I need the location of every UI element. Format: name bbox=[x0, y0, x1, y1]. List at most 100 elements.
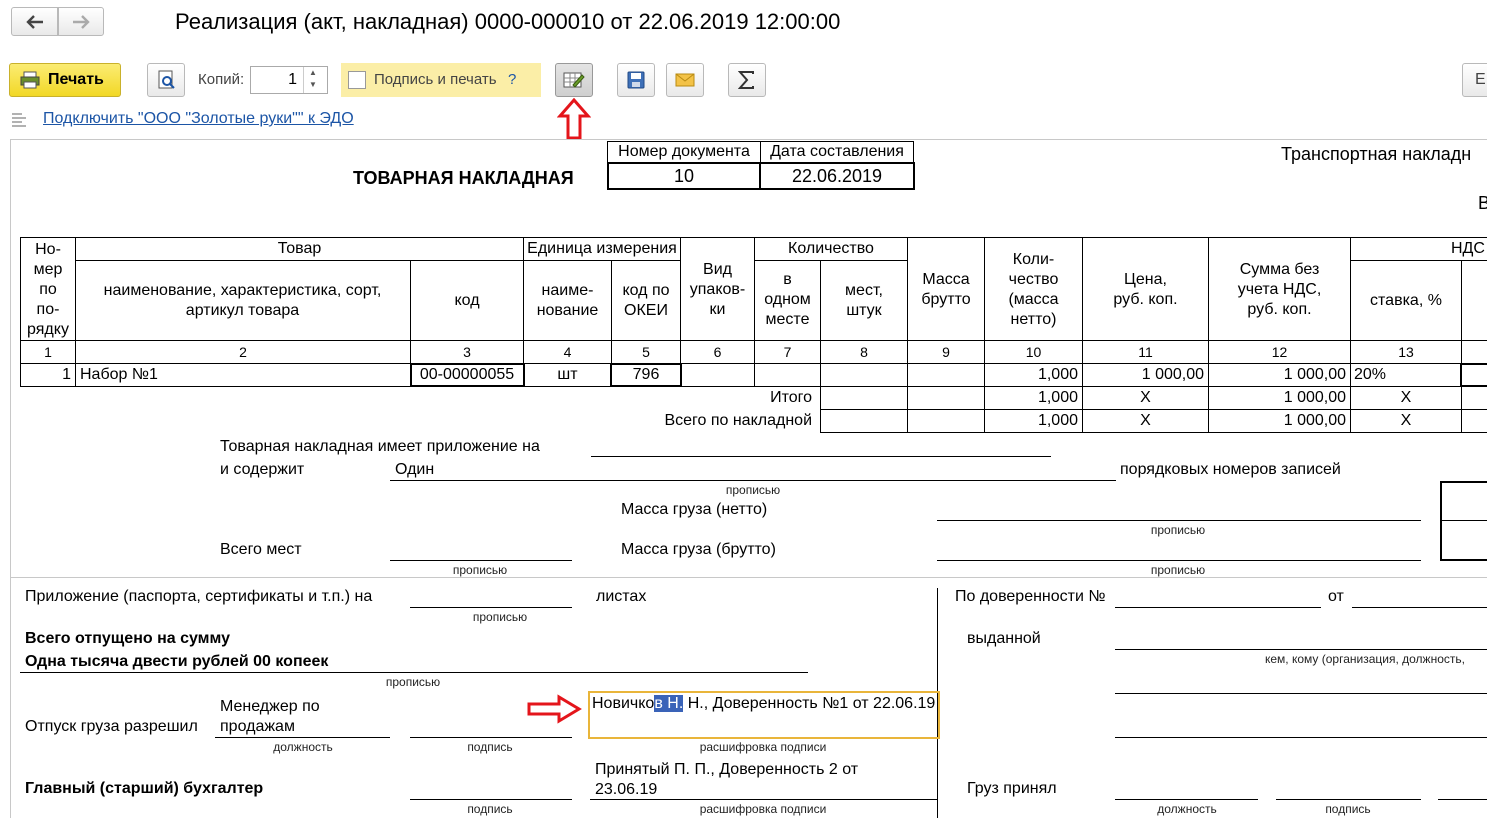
released-sum-label: Всего отпущено на сумму bbox=[25, 630, 231, 647]
preview-button[interactable] bbox=[147, 63, 185, 97]
header-goods-name: наименование, характеристика, сорт, арти… bbox=[103, 282, 382, 319]
print-button[interactable]: Печать bbox=[9, 63, 121, 97]
attach-line-label: Товарная накладная имеет приложение на bbox=[220, 438, 540, 455]
signer-text-selected: в Н. bbox=[654, 695, 684, 712]
header-pack: Вид упаков- ки bbox=[689, 261, 746, 318]
stepper-up-icon[interactable]: ▲ bbox=[309, 68, 317, 77]
section-divider bbox=[10, 577, 1487, 578]
header-sum: Сумма без учета НДС, руб. коп. bbox=[1237, 261, 1322, 318]
edo-link[interactable]: Подключить "ООО "Золотые руки"" к ЭДО bbox=[43, 109, 354, 129]
sigma-icon bbox=[738, 71, 754, 89]
propisyu-caption: прописью bbox=[1150, 523, 1206, 537]
edit-mode-button[interactable] bbox=[555, 63, 593, 97]
underline bbox=[1352, 607, 1487, 608]
header-qty: Количество bbox=[788, 240, 874, 257]
preview-icon bbox=[158, 70, 175, 89]
underline bbox=[410, 737, 572, 738]
propisyu-caption: прописью bbox=[385, 675, 441, 689]
help-icon[interactable]: ? bbox=[508, 70, 516, 90]
itogo-label: Итого bbox=[770, 389, 812, 406]
cargo-accepted-label: Груз принял bbox=[967, 780, 1057, 797]
red-arrow-up-icon bbox=[557, 98, 591, 140]
contains-value: Один bbox=[395, 461, 435, 478]
underline bbox=[937, 520, 1421, 521]
copies-stepper[interactable]: 1 ▲ ▼ bbox=[250, 66, 328, 94]
grid-line bbox=[820, 432, 1487, 433]
window-title: Реализация (акт, накладная) 0000-000010 … bbox=[175, 9, 841, 34]
stepper-down-icon[interactable]: ▼ bbox=[309, 80, 317, 89]
whom-caption: кем, кому (организация, должность, bbox=[1265, 652, 1465, 666]
row-code: 00-00000055 bbox=[419, 366, 515, 383]
signer-text[interactable]: Новичков Н. Н., Доверенность №1 от 22.06… bbox=[592, 694, 935, 714]
underline bbox=[390, 480, 1116, 481]
col-number: 4 bbox=[563, 344, 572, 360]
header-places: мест, штук bbox=[845, 282, 883, 319]
col-number: 7 bbox=[783, 344, 792, 360]
doc-title: ТОВАРНАЯ НАКЛАДНАЯ bbox=[353, 168, 574, 188]
underline bbox=[937, 560, 1421, 561]
row-okei: 796 bbox=[632, 366, 660, 383]
appendix-label: Приложение (паспорта, сертификаты и т.п.… bbox=[25, 588, 373, 605]
col-number: 9 bbox=[942, 344, 950, 360]
col-number: 13 bbox=[1398, 344, 1414, 360]
underline bbox=[410, 607, 572, 608]
col-number: 3 bbox=[463, 344, 471, 360]
underline bbox=[591, 456, 1051, 457]
mass-net-label: Масса груза (нетто) bbox=[621, 501, 768, 518]
signer-text-before: Новичко bbox=[592, 695, 655, 712]
row-sum: 1 000,00 bbox=[1283, 366, 1346, 383]
grid-line bbox=[1350, 260, 1487, 261]
underline bbox=[1115, 693, 1487, 694]
more-button-label: E bbox=[1475, 71, 1486, 88]
podpis-caption: подпись bbox=[1325, 802, 1371, 816]
signer-text-after: Н., Доверенность №1 от 22.06.19 bbox=[683, 695, 936, 712]
doc-date-value: 22.06.2019 bbox=[759, 162, 915, 190]
sheets-label: листах bbox=[596, 588, 647, 605]
col-number: 10 bbox=[1025, 344, 1042, 360]
doc-number-header: Номер документа bbox=[607, 141, 761, 163]
more-button[interactable]: E bbox=[1462, 63, 1487, 97]
email-button[interactable] bbox=[666, 63, 704, 97]
sum-button[interactable] bbox=[728, 63, 766, 97]
header-vat-rate: ставка, % bbox=[1370, 292, 1442, 309]
chief-accountant-label: Главный (старший) бухгалтер bbox=[25, 780, 264, 797]
underline bbox=[1115, 649, 1487, 650]
forward-button[interactable] bbox=[58, 7, 104, 36]
doc-number-text: 10 bbox=[673, 166, 695, 186]
right-edge-label: В bbox=[1478, 193, 1487, 213]
records-label: порядковых номеров записей bbox=[1120, 461, 1341, 478]
col-number: 6 bbox=[713, 344, 722, 360]
row-rate: 20% bbox=[1354, 366, 1387, 383]
total-label: Всего по накладной bbox=[664, 412, 812, 429]
header-net: Коли- чество (масса нетто) bbox=[1008, 251, 1059, 328]
itogo-price: X bbox=[1140, 389, 1151, 406]
propisyu-caption: прописью bbox=[1150, 563, 1206, 577]
back-button[interactable] bbox=[11, 7, 58, 36]
podpis-caption: подпись bbox=[467, 802, 513, 816]
grid-line bbox=[75, 260, 680, 261]
dolzhnost-caption: должность bbox=[1157, 802, 1217, 816]
col-number: 1 bbox=[44, 344, 52, 360]
issued-label: выданной bbox=[967, 630, 1041, 647]
doc-date-text: 22.06.2019 bbox=[791, 166, 883, 186]
itogo-sum: 1 000,00 bbox=[1283, 389, 1346, 406]
doc-date-header: Дата составления bbox=[760, 141, 914, 163]
row-name: Набор №1 bbox=[80, 366, 158, 383]
header-gross: Масса брутто bbox=[921, 271, 971, 308]
copies-value[interactable]: 1 bbox=[288, 71, 297, 89]
header-code: код bbox=[454, 292, 480, 309]
sum-words: Одна тысяча двести рублей 00 копеек bbox=[25, 653, 329, 670]
propisyu-caption: прописью bbox=[472, 610, 528, 624]
header-price: Цена, руб. коп. bbox=[1113, 271, 1178, 308]
sign-print-checkbox[interactable] bbox=[348, 71, 366, 89]
col-number: 12 bbox=[1271, 344, 1288, 360]
itogo-net: 1,000 bbox=[1037, 389, 1078, 406]
release-allowed-label: Отпуск груза разрешил bbox=[25, 718, 198, 735]
save-button[interactable] bbox=[617, 63, 655, 97]
sign-print-label[interactable]: Подпись и печать bbox=[374, 70, 497, 90]
col-number: 2 bbox=[239, 344, 247, 360]
dolzhnost-caption: должность bbox=[273, 740, 333, 754]
col-number: 5 bbox=[642, 344, 650, 360]
underline bbox=[1115, 737, 1487, 738]
rasshifrovka-caption: расшифровка подписи bbox=[699, 802, 827, 816]
